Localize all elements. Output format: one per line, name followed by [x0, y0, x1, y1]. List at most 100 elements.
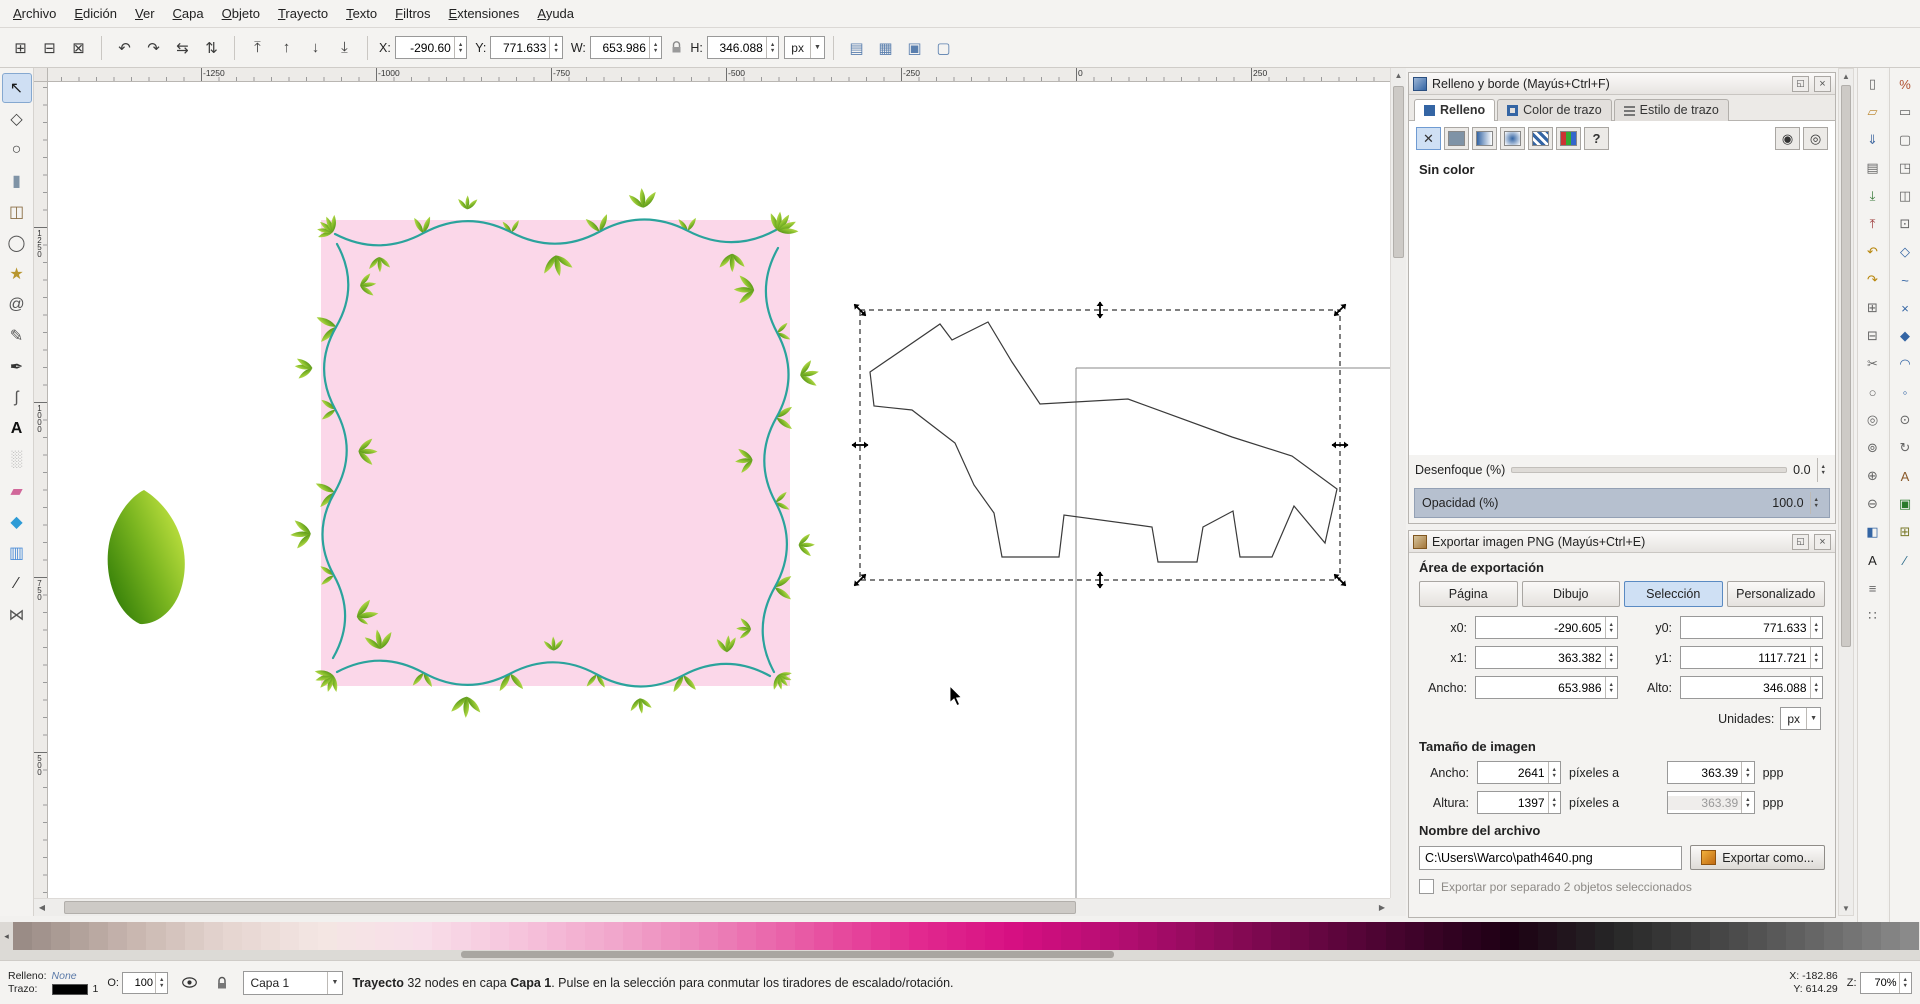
- palette-swatch[interactable]: [432, 922, 452, 950]
- selection-indicator[interactable]: [850, 300, 1350, 590]
- zoom-input[interactable]: [1860, 975, 1899, 990]
- palette-swatch[interactable]: [1614, 922, 1634, 950]
- w-input[interactable]: [590, 40, 649, 55]
- palette-swatch[interactable]: [1747, 922, 1767, 950]
- dock-scroll-thumb[interactable]: [1841, 85, 1851, 647]
- palette-swatch[interactable]: [546, 922, 566, 950]
- lower-button[interactable]: ↓: [301, 33, 330, 62]
- menu-texto[interactable]: Texto: [337, 2, 386, 25]
- rectangle-tool[interactable]: ▮: [2, 166, 32, 196]
- star-tool[interactable]: ★: [2, 259, 32, 289]
- palette-swatch[interactable]: [947, 922, 967, 950]
- palette-swatch[interactable]: [279, 922, 299, 950]
- spin-down[interactable]: [1606, 628, 1617, 634]
- horizontal-scroll-thumb[interactable]: [64, 901, 1076, 914]
- palette-swatch[interactable]: [260, 922, 280, 950]
- palette-swatch[interactable]: [851, 922, 871, 950]
- snap-guides-toggle[interactable]: ∕: [1892, 547, 1919, 573]
- text-tool[interactable]: A: [2, 414, 32, 444]
- redo-button[interactable]: ↷: [1859, 267, 1886, 293]
- palette-swatch[interactable]: [51, 922, 71, 950]
- spin-down[interactable]: [650, 48, 661, 54]
- combo-arrow-icon[interactable]: [326, 971, 343, 994]
- palette-swatch[interactable]: [756, 922, 776, 950]
- align-dialog-button[interactable]: ∷: [1859, 603, 1886, 629]
- scroll-up-arrow[interactable]: ▲: [1839, 70, 1853, 82]
- lock-ratio-toggle[interactable]: [667, 36, 685, 59]
- save-document-button[interactable]: ⇓: [1859, 127, 1886, 153]
- palette-swatch[interactable]: [394, 922, 414, 950]
- spin-down[interactable]: [1742, 773, 1753, 779]
- fill-stroke-indicator[interactable]: Relleno: None Trazo: 1: [8, 970, 98, 995]
- pencil-tool[interactable]: ✎: [2, 321, 32, 351]
- snap-text-baseline-toggle[interactable]: A: [1892, 463, 1919, 489]
- palette-swatch[interactable]: [413, 922, 433, 950]
- scroll-up-arrow[interactable]: ▲: [1391, 69, 1406, 81]
- box-3d-tool[interactable]: ◫: [2, 197, 32, 227]
- swatch-button[interactable]: [1556, 127, 1581, 150]
- group-button[interactable]: ⊕: [1859, 463, 1886, 489]
- menu-edicion[interactable]: Edición: [65, 2, 126, 25]
- palette-swatch[interactable]: [184, 922, 204, 950]
- menu-filtros[interactable]: Filtros: [386, 2, 439, 25]
- layer-selector[interactable]: Capa 1: [243, 970, 344, 995]
- panel-close-button[interactable]: [1814, 533, 1831, 550]
- copy-button[interactable]: ⊞: [1859, 295, 1886, 321]
- palette-scroll-left-button[interactable]: [0, 922, 13, 950]
- export-area-personalizado-button[interactable]: Personalizado: [1726, 581, 1825, 607]
- palette-swatch[interactable]: [1233, 922, 1253, 950]
- spiral-tool[interactable]: @: [2, 290, 32, 320]
- snap-bbox-midpoints-toggle[interactable]: ◫: [1892, 183, 1919, 209]
- snap-bbox-centers-toggle[interactable]: ⊡: [1892, 211, 1919, 237]
- palette-swatch[interactable]: [108, 922, 128, 950]
- palette-swatch[interactable]: [680, 922, 700, 950]
- spin-down[interactable]: [1900, 983, 1911, 989]
- palette-swatch[interactable]: [1538, 922, 1558, 950]
- zoom-page-button[interactable]: ◎: [1859, 407, 1886, 433]
- palette-swatch[interactable]: [889, 922, 909, 950]
- snap-rotation-centers-toggle[interactable]: ↻: [1892, 435, 1919, 461]
- object-opacity-input[interactable]: [123, 975, 155, 990]
- layer-lock-toggle[interactable]: [210, 971, 234, 995]
- combo-arrow-icon[interactable]: [809, 37, 824, 58]
- spin-down[interactable]: [1606, 658, 1617, 664]
- palette-swatch[interactable]: [813, 922, 833, 950]
- palette-swatch[interactable]: [1595, 922, 1615, 950]
- y0-input[interactable]: [1681, 620, 1810, 635]
- paste-button[interactable]: ⊟: [1859, 323, 1886, 349]
- palette-swatch[interactable]: [203, 922, 223, 950]
- export-height-input[interactable]: [1681, 680, 1810, 695]
- palette-swatch[interactable]: [127, 922, 147, 950]
- tab-fill[interactable]: Relleno: [1414, 99, 1496, 121]
- palette-swatch[interactable]: [642, 922, 662, 950]
- spin-down[interactable]: [550, 48, 561, 54]
- menu-capa[interactable]: Capa: [164, 2, 213, 25]
- panel-close-button[interactable]: [1814, 75, 1831, 92]
- x0-input[interactable]: [1476, 620, 1605, 635]
- palette-swatch[interactable]: [1518, 922, 1538, 950]
- palette-swatch[interactable]: [356, 922, 376, 950]
- menu-extensiones[interactable]: Extensiones: [440, 2, 529, 25]
- palette-scroll-thumb[interactable]: [460, 951, 1114, 958]
- horizontal-ruler[interactable]: -1250-1000-750-500-2500250500: [48, 68, 1390, 82]
- fill-stroke-panel-titlebar[interactable]: Relleno y borde (Mayús+Ctrl+F): [1409, 73, 1835, 95]
- no-paint-button[interactable]: ✕: [1416, 127, 1441, 150]
- palette-swatch[interactable]: [1385, 922, 1405, 950]
- menu-trayecto[interactable]: Trayecto: [269, 2, 337, 25]
- palette-swatch[interactable]: [1881, 922, 1901, 950]
- horse-path[interactable]: [869, 321, 1338, 563]
- node-tool[interactable]: ◇: [2, 104, 32, 134]
- palette-swatch[interactable]: [718, 922, 738, 950]
- palette-swatch[interactable]: [1061, 922, 1081, 950]
- snap-bbox-toggle[interactable]: ▭: [1892, 99, 1919, 125]
- gradient-tool[interactable]: ▥: [2, 538, 32, 568]
- palette-swatch[interactable]: [1690, 922, 1710, 950]
- export-panel-titlebar[interactable]: Exportar imagen PNG (Mayús+Ctrl+E): [1409, 531, 1835, 553]
- palette-swatch[interactable]: [1633, 922, 1653, 950]
- raise-button[interactable]: ↑: [272, 33, 301, 62]
- export-units-combo[interactable]: px: [1780, 707, 1821, 730]
- ungroup-button[interactable]: ⊖: [1859, 491, 1886, 517]
- palette-swatch[interactable]: [737, 922, 757, 950]
- palette-swatch[interactable]: [1347, 922, 1367, 950]
- spin-down[interactable]: [1811, 503, 1822, 509]
